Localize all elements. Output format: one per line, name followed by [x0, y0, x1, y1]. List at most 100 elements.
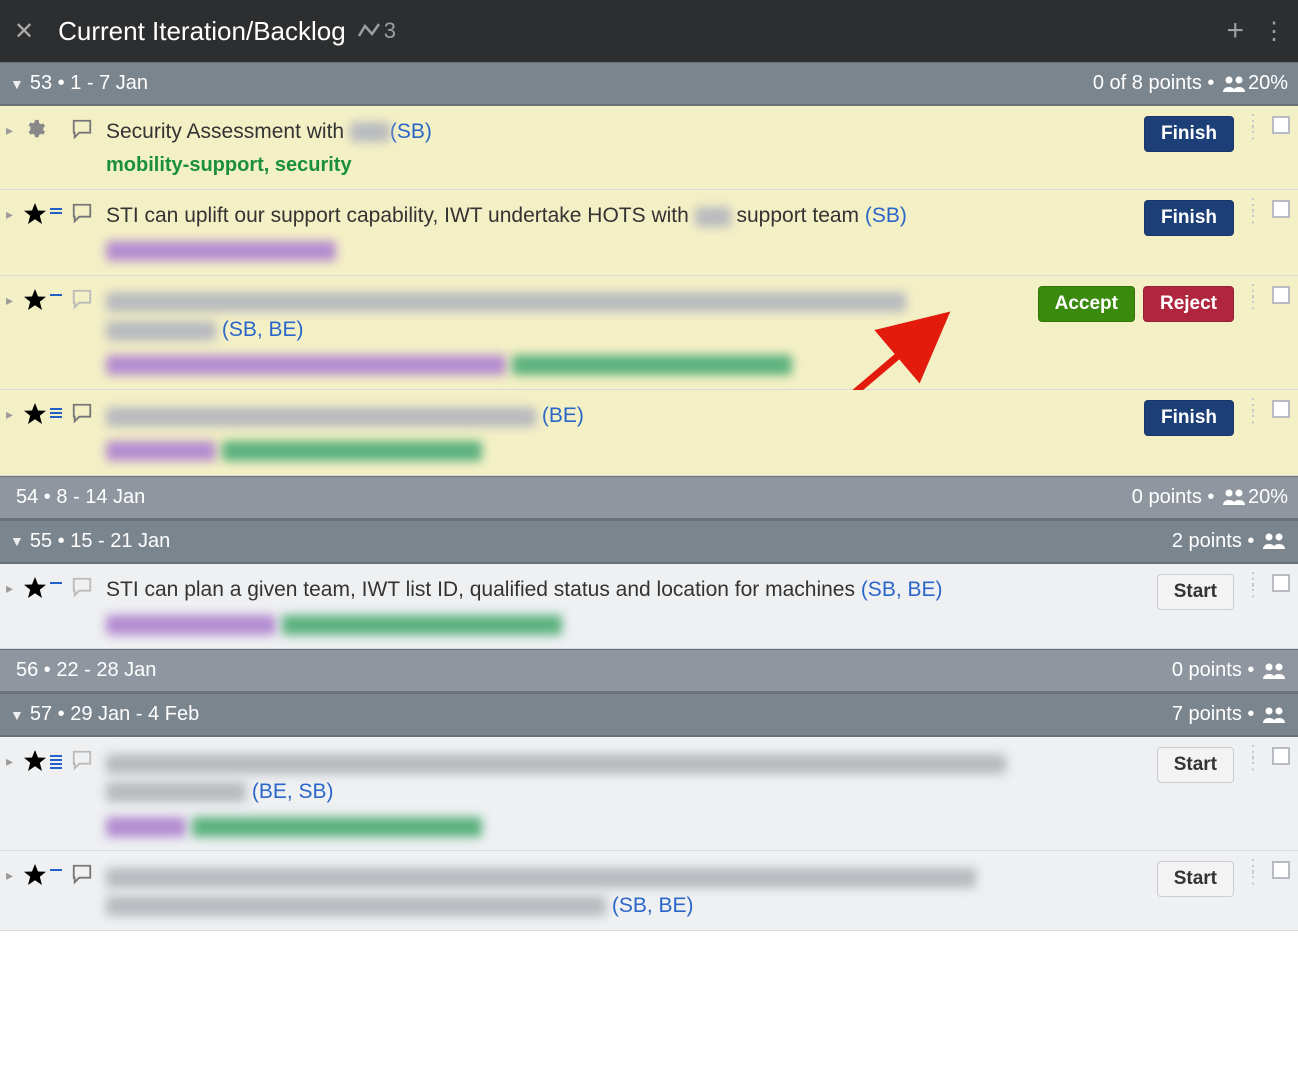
drag-handle-icon[interactable]: ⋮⋮: [1242, 861, 1264, 883]
start-button[interactable]: Start: [1157, 747, 1234, 783]
story-title: STI can uplift our support capability, I…: [106, 204, 695, 227]
iteration-points: 7 points: [1172, 703, 1242, 726]
menu-icon[interactable]: ⋮: [1262, 17, 1284, 46]
iteration-header[interactable]: 54 • 8 - 14 Jan 0 points • 20%: [0, 476, 1298, 520]
expand-caret-icon[interactable]: ▸: [6, 861, 20, 920]
drag-handle-icon[interactable]: ⋮⋮: [1242, 747, 1264, 769]
comments-icon[interactable]: [70, 400, 106, 465]
comments-icon[interactable]: [70, 861, 106, 920]
story-content: (BE): [106, 400, 1134, 465]
select-checkbox[interactable]: [1272, 861, 1290, 879]
estimate-indicator[interactable]: [50, 574, 70, 639]
accept-button[interactable]: Accept: [1038, 286, 1135, 322]
iteration-label: 54 • 8 - 14 Jan: [16, 486, 145, 509]
story-owners: (SB, BE): [612, 894, 694, 917]
story-row[interactable]: ▸ (SB, BE) Start ⋮⋮: [0, 851, 1298, 931]
finish-button[interactable]: Finish: [1144, 400, 1234, 436]
story-tags[interactable]: mobility-support, security: [106, 152, 1134, 179]
start-button[interactable]: Start: [1157, 861, 1234, 897]
story-content: (BE, SB): [106, 747, 1147, 840]
story-type-icon: [20, 861, 50, 920]
estimate-indicator[interactable]: [50, 200, 70, 265]
story-content: STI can uplift our support capability, I…: [106, 200, 1134, 265]
estimate-indicator[interactable]: [50, 286, 70, 379]
finish-button[interactable]: Finish: [1144, 200, 1234, 236]
iteration-label: 57 • 29 Jan - 4 Feb: [30, 703, 199, 726]
iteration-points: 0 points: [1132, 486, 1202, 509]
start-button[interactable]: Start: [1157, 574, 1234, 610]
select-checkbox[interactable]: [1272, 286, 1290, 304]
expand-caret-icon[interactable]: ▸: [6, 747, 20, 840]
story-content: (SB, BE): [106, 861, 1147, 920]
collapse-caret-icon[interactable]: ▼: [10, 533, 24, 549]
story-row[interactable]: ▸ (BE) Finish ⋮⋮: [0, 390, 1298, 476]
story-type-icon: [20, 116, 50, 179]
collapse-caret-icon[interactable]: ▼: [10, 707, 24, 723]
panel-title: Current Iteration/Backlog: [58, 16, 346, 47]
drag-handle-icon[interactable]: ⋮⋮: [1242, 400, 1264, 422]
story-content: STI can plan a given team, IWT list ID, …: [106, 574, 1147, 639]
iteration-header[interactable]: ▼ 55 • 15 - 21 Jan 2 points •: [0, 520, 1298, 564]
drag-handle-icon[interactable]: ⋮⋮: [1242, 200, 1264, 222]
story-owners: (SB): [865, 204, 907, 227]
capacity-pct: 20%: [1248, 486, 1288, 509]
story-title: Security Assessment with: [106, 120, 350, 143]
drag-handle-icon[interactable]: ⋮⋮: [1242, 574, 1264, 596]
story-type-icon: [20, 400, 50, 465]
comments-icon[interactable]: [70, 574, 106, 639]
iteration-label: 56 • 22 - 28 Jan: [16, 659, 156, 682]
comments-icon[interactable]: [70, 200, 106, 265]
drag-handle-icon[interactable]: ⋮⋮: [1242, 116, 1264, 138]
estimate-indicator[interactable]: [50, 861, 70, 920]
iteration-points: 0 points: [1172, 659, 1242, 682]
estimate-indicator[interactable]: [50, 400, 70, 465]
expand-caret-icon[interactable]: ▸: [6, 286, 20, 379]
expand-caret-icon[interactable]: ▸: [6, 200, 20, 265]
iteration-header[interactable]: ▼ 53 • 1 - 7 Jan 0 of 8 points • 20%: [0, 62, 1298, 106]
story-owners: (BE): [542, 404, 584, 427]
finish-button[interactable]: Finish: [1144, 116, 1234, 152]
story-type-icon: [20, 747, 50, 840]
select-checkbox[interactable]: [1272, 574, 1290, 592]
story-owners: (SB, BE): [222, 318, 304, 341]
story-title: STI can plan a given team, IWT list ID, …: [106, 578, 861, 601]
story-content: (SB, BE): [106, 286, 1028, 379]
story-type-icon: [20, 574, 50, 639]
add-icon[interactable]: +: [1226, 14, 1244, 48]
story-row[interactable]: ▸ Security Assessment with (SB) mobility-…: [0, 106, 1298, 190]
iteration-header[interactable]: 56 • 22 - 28 Jan 0 points •: [0, 649, 1298, 693]
select-checkbox[interactable]: [1272, 200, 1290, 218]
iteration-header[interactable]: ▼ 57 • 29 Jan - 4 Feb 7 points •: [0, 693, 1298, 737]
panel-header: ✕ Current Iteration/Backlog 3 + ⋮: [0, 0, 1298, 62]
reject-button[interactable]: Reject: [1143, 286, 1234, 322]
iteration-points: 0 of 8 points: [1093, 72, 1202, 95]
select-checkbox[interactable]: [1272, 400, 1290, 418]
iteration-points: 2 points: [1172, 530, 1242, 553]
story-row[interactable]: ▸ (SB, BE) AcceptReject ⋮⋮: [0, 276, 1298, 390]
story-owners: (SB, BE): [861, 578, 943, 601]
estimate-indicator[interactable]: [50, 116, 70, 179]
story-owners: (BE, SB): [252, 780, 334, 803]
select-checkbox[interactable]: [1272, 116, 1290, 134]
comments-icon[interactable]: [70, 116, 106, 179]
capacity-pct: 20%: [1248, 72, 1288, 95]
story-owners: (SB): [390, 120, 432, 143]
story-row[interactable]: ▸ STI can uplift our support capability,…: [0, 190, 1298, 276]
close-icon[interactable]: ✕: [14, 17, 34, 46]
comments-icon[interactable]: [70, 286, 106, 379]
collapse-caret-icon[interactable]: ▼: [10, 76, 24, 92]
expand-caret-icon[interactable]: ▸: [6, 400, 20, 465]
story-content: Security Assessment with (SB) mobility-su…: [106, 116, 1134, 179]
story-type-icon: [20, 286, 50, 379]
select-checkbox[interactable]: [1272, 747, 1290, 765]
story-row[interactable]: ▸ (BE, SB) Start ⋮⋮: [0, 737, 1298, 851]
expand-caret-icon[interactable]: ▸: [6, 116, 20, 179]
story-type-icon: [20, 200, 50, 265]
story-row[interactable]: ▸ STI can plan a given team, IWT list ID…: [0, 564, 1298, 650]
comments-icon[interactable]: [70, 747, 106, 840]
expand-caret-icon[interactable]: ▸: [6, 574, 20, 639]
panels-indicator[interactable]: 3: [358, 18, 396, 44]
drag-handle-icon[interactable]: ⋮⋮: [1242, 286, 1264, 308]
estimate-indicator[interactable]: [50, 747, 70, 840]
iteration-label: 55 • 15 - 21 Jan: [30, 530, 170, 553]
